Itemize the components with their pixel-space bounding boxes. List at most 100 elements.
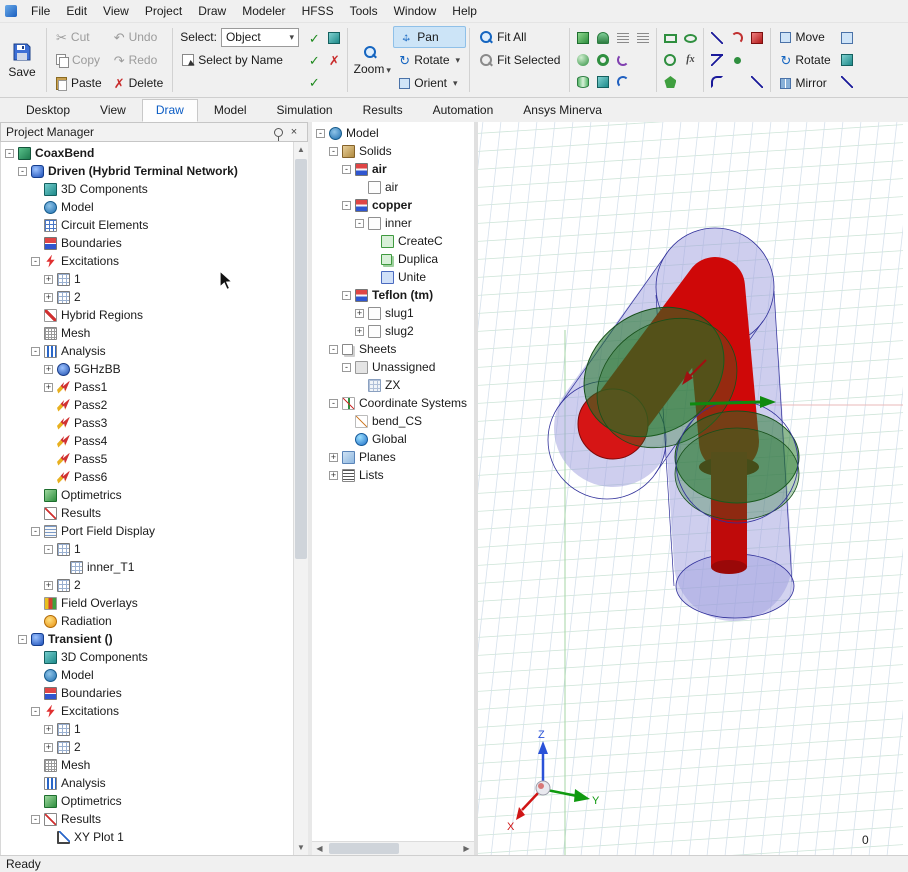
scrollbar-thumb[interactable] (295, 159, 307, 559)
tree-item-1[interactable]: +1 (1, 720, 293, 738)
clipped-button[interactable] (837, 71, 853, 93)
tree-item-pass5[interactable]: Pass5 (1, 450, 293, 468)
tree-item-sheets[interactable]: -Sheets (312, 340, 474, 358)
redo-button[interactable]: ↷Redo (108, 49, 170, 71)
menu-edit[interactable]: Edit (58, 1, 95, 21)
menu-modeler[interactable]: Modeler (234, 1, 293, 21)
draw-line-button[interactable] (707, 27, 727, 49)
tree-item-slug1[interactable]: +slug1 (312, 304, 474, 322)
tab-ansys-minerva[interactable]: Ansys Minerva (509, 99, 616, 122)
draw-torus-button[interactable] (593, 49, 613, 71)
model-tree-scrollbar[interactable]: ◀ ▶ (312, 841, 474, 855)
tree-item-bend-cs[interactable]: bend_CS (312, 412, 474, 430)
tree-item-coordinate-systems[interactable]: -Coordinate Systems (312, 394, 474, 412)
tree-item-driven-hybrid-terminal-network-[interactable]: -Driven (Hybrid Terminal Network) (1, 162, 293, 180)
expand-icon[interactable]: + (329, 471, 338, 480)
tree-item-optimetrics[interactable]: Optimetrics (1, 486, 293, 504)
sweep-button[interactable] (727, 49, 747, 71)
save-button[interactable]: Save (1, 25, 43, 95)
tab-simulation[interactable]: Simulation (263, 99, 347, 122)
draw-polygon-button[interactable] (660, 71, 680, 93)
move-button[interactable]: Move (774, 26, 836, 48)
tree-item-air[interactable]: air (312, 178, 474, 196)
collapse-icon[interactable]: - (329, 399, 338, 408)
tree-item-createc[interactable]: CreateC (312, 232, 474, 250)
fit-selected-button[interactable]: Fit Selected (473, 49, 566, 71)
menu-draw[interactable]: Draw (190, 1, 234, 21)
tree-item-2[interactable]: +2 (1, 288, 293, 306)
select-mode-dropdown[interactable]: Object▾ (221, 28, 299, 47)
tree-item-inner-t1[interactable]: inner_T1 (1, 558, 293, 576)
tree-item-port-field-display[interactable]: -Port Field Display (1, 522, 293, 540)
tree-item-xy-plot-1[interactable]: XY Plot 1 (1, 828, 293, 846)
analyze-check-button[interactable]: ✓ (304, 49, 324, 71)
tree-item-5ghzbb[interactable]: +5GHzBB (1, 360, 293, 378)
scroll-up-button[interactable]: ▲ (294, 142, 308, 157)
collapse-icon[interactable]: - (342, 291, 351, 300)
project-tree-scrollbar[interactable]: ▲ ▼ (293, 142, 308, 855)
draw-circle-button[interactable] (660, 49, 680, 71)
tree-item-zx[interactable]: ZX (312, 376, 474, 394)
draw-ellipse-button[interactable] (680, 27, 700, 49)
collapse-icon[interactable]: - (355, 219, 364, 228)
tree-item-solids[interactable]: -Solids (312, 142, 474, 160)
tree-item-results[interactable]: Results (1, 504, 293, 522)
draw-cone-button[interactable] (593, 71, 613, 93)
object-list-button[interactable] (613, 27, 633, 49)
collapse-icon[interactable]: - (342, 363, 351, 372)
select-by-name-button[interactable]: Select by Name (176, 49, 304, 71)
collapse-icon[interactable]: - (329, 147, 338, 156)
viewport-canvas[interactable]: Z Y X 0 (478, 122, 903, 855)
tree-item-analysis[interactable]: -Analysis (1, 342, 293, 360)
tree-item-analysis[interactable]: Analysis (1, 774, 293, 792)
rotate-tool-button[interactable]: ↻Rotate (774, 49, 836, 71)
expand-icon[interactable]: + (44, 275, 53, 284)
blue-arc-button[interactable] (613, 71, 633, 93)
fit-all-button[interactable]: Fit All (473, 26, 566, 48)
expand-icon[interactable]: + (44, 725, 53, 734)
tree-item-slug2[interactable]: +slug2 (312, 322, 474, 340)
tree-item-2[interactable]: +2 (1, 738, 293, 756)
tree-item-optimetrics[interactable]: Optimetrics (1, 792, 293, 810)
menu-file[interactable]: File (23, 1, 58, 21)
tree-item-inner[interactable]: -inner (312, 214, 474, 232)
tree-item-pass2[interactable]: Pass2 (1, 396, 293, 414)
tree-item-2[interactable]: +2 (1, 576, 293, 594)
draw-box-button[interactable] (573, 27, 593, 49)
scrollbar-track[interactable] (294, 157, 308, 840)
tree-item-hybrid-regions[interactable]: Hybrid Regions (1, 306, 293, 324)
paste-button[interactable]: Paste (50, 72, 108, 94)
tree-item-unite[interactable]: Unite (312, 268, 474, 286)
tree-item-field-overlays[interactable]: Field Overlays (1, 594, 293, 612)
draw-arc-button[interactable] (727, 27, 747, 49)
collapse-icon[interactable]: - (31, 257, 40, 266)
tree-item-boundaries[interactable]: Boundaries (1, 234, 293, 252)
close-panel-button[interactable]: × (286, 124, 302, 140)
menu-tools[interactable]: Tools (342, 1, 386, 21)
tree-item-duplica[interactable]: Duplica (312, 250, 474, 268)
tree-item-air[interactable]: -air (312, 160, 474, 178)
tab-model[interactable]: Model (200, 99, 261, 122)
tree-item-unassigned[interactable]: -Unassigned (312, 358, 474, 376)
undo-button[interactable]: ↶Undo (108, 26, 170, 48)
component-box-button[interactable] (324, 27, 344, 49)
tree-item-pass3[interactable]: Pass3 (1, 414, 293, 432)
tree-item-copper[interactable]: -copper (312, 196, 474, 214)
pin-panel-button[interactable] (270, 124, 286, 140)
expand-icon[interactable]: + (44, 743, 53, 752)
collapse-icon[interactable]: - (18, 167, 27, 176)
menu-project[interactable]: Project (137, 1, 190, 21)
draw-polyline-button[interactable] (707, 49, 727, 71)
copy-button[interactable]: Copy (50, 49, 108, 71)
scroll-right-button[interactable]: ▶ (459, 842, 474, 855)
tab-view[interactable]: View (86, 99, 140, 122)
cut-button[interactable]: ✂Cut (50, 26, 108, 48)
menu-hfss[interactable]: HFSS (294, 1, 342, 21)
verify-check-button[interactable]: ✓ (304, 71, 324, 93)
draw-spline-button[interactable] (707, 71, 727, 93)
expand-icon[interactable]: + (44, 365, 53, 374)
draw-rectangle-button[interactable] (660, 27, 680, 49)
collapse-icon[interactable]: - (31, 707, 40, 716)
pan-button[interactable]: ↔↕Pan (393, 26, 466, 48)
tree-item-lists[interactable]: +Lists (312, 466, 474, 484)
